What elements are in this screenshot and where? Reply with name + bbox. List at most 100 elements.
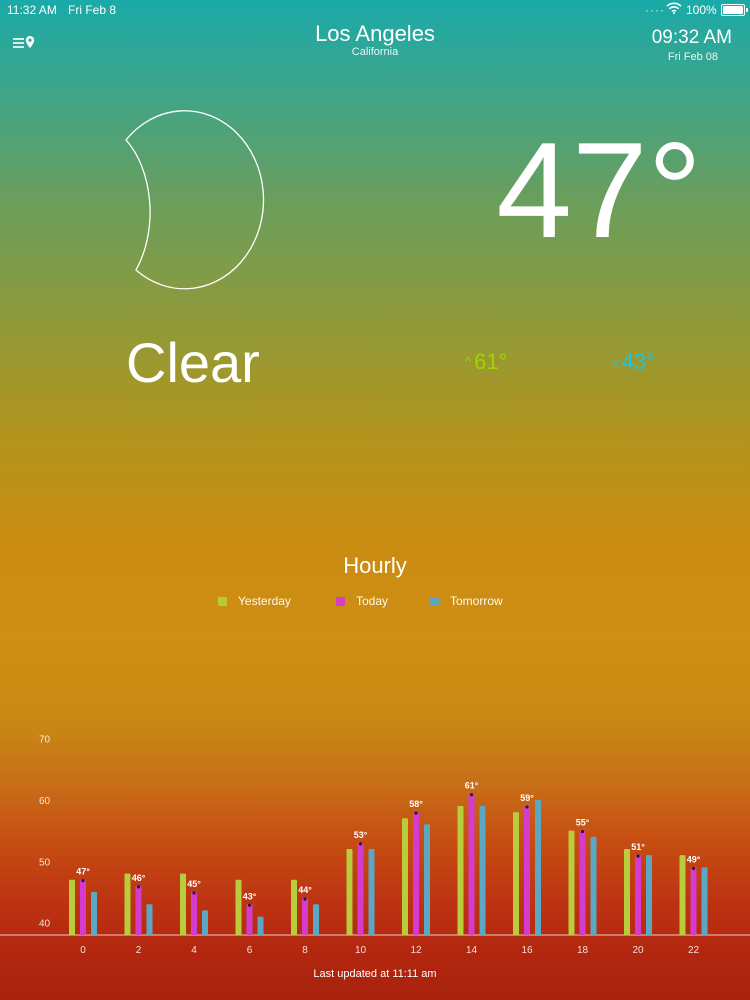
legend-tomorrow: Tomorrow [430, 594, 503, 608]
last-updated: Last updated at 11:11 am [313, 968, 437, 980]
legend-today: Today [336, 594, 388, 608]
low-temperature: v 43° [612, 349, 655, 375]
bar-yesterday-14 [457, 806, 464, 935]
hourly-title: Hourly [343, 553, 407, 578]
bar-today-22 [690, 867, 697, 935]
data-label-6: 43° [243, 891, 257, 901]
bar-tomorrow-20 [646, 855, 652, 935]
legend-swatch-yesterday [218, 597, 227, 606]
bar-tomorrow-0 [91, 892, 97, 935]
high-temperature-value: 61° [474, 349, 508, 374]
bar-yesterday-0 [69, 879, 75, 935]
today-point-0 [81, 879, 85, 883]
bar-tomorrow-8 [313, 904, 319, 935]
bar-today-12 [413, 812, 419, 935]
high-temperature: ^ 61° [465, 349, 507, 375]
today-point-20 [636, 854, 640, 858]
x-tick-label: 18 [577, 945, 589, 956]
bar-yesterday-20 [624, 849, 630, 935]
bar-today-10 [357, 842, 364, 935]
bar-tomorrow-14 [479, 806, 486, 935]
y-tick-label: 50 [39, 857, 51, 868]
today-point-2 [136, 885, 141, 889]
x-tick-label: 0 [80, 945, 86, 956]
status-bar: 11:32 AM Fri Feb 8 ···· 100% [0, 0, 750, 20]
legend-label-yesterday: Yesterday [238, 594, 291, 608]
today-point-12 [414, 811, 418, 815]
data-label-12: 58° [409, 799, 423, 809]
y-tick-label: 70 [39, 734, 51, 745]
current-temperature: 47° [496, 114, 702, 266]
local-time: 09:32 AM [651, 27, 732, 48]
legend-label-tomorrow: Tomorrow [450, 594, 503, 608]
bar-yesterday-18 [568, 830, 575, 935]
bar-today-2 [135, 885, 142, 935]
data-label-16: 59° [520, 793, 534, 803]
bar-tomorrow-22 [701, 867, 708, 935]
chevron-down-icon: v [612, 354, 619, 369]
x-tick-label: 4 [191, 945, 197, 956]
bar-yesterday-8 [291, 879, 297, 935]
data-label-22: 49° [687, 854, 701, 864]
bar-tomorrow-18 [590, 836, 597, 935]
bar-today-14 [468, 793, 475, 935]
data-label-0: 47° [76, 867, 90, 877]
data-label-10: 53° [354, 830, 368, 840]
city-name: Los Angeles [315, 21, 435, 46]
legend-swatch-today [336, 597, 345, 606]
bar-yesterday-2 [124, 873, 131, 935]
today-point-10 [358, 842, 363, 846]
x-tick-label: 14 [466, 945, 478, 956]
x-tick-label: 8 [302, 945, 308, 956]
bar-tomorrow-6 [257, 916, 264, 935]
today-point-22 [691, 866, 696, 871]
bar-yesterday-4 [180, 873, 186, 935]
today-point-14 [469, 793, 474, 797]
state-name: California [351, 46, 399, 58]
x-tick-label: 12 [410, 945, 422, 956]
bar-yesterday-6 [235, 879, 242, 935]
bar-today-4 [191, 892, 197, 935]
chevron-up-icon: ^ [465, 354, 472, 369]
data-label-20: 51° [631, 842, 645, 852]
data-label-4: 45° [187, 879, 201, 889]
bar-today-0 [80, 879, 86, 935]
x-tick-label: 20 [632, 945, 644, 956]
x-tick-label: 10 [355, 945, 367, 956]
bar-yesterday-10 [346, 849, 353, 935]
today-point-18 [580, 829, 585, 834]
data-label-8: 44° [298, 885, 312, 895]
chart-legend: Yesterday Today Tomorrow [0, 594, 750, 610]
x-tick-label: 2 [136, 945, 142, 956]
x-tick-label: 22 [688, 945, 700, 956]
today-point-4 [192, 891, 196, 895]
bar-tomorrow-16 [535, 799, 541, 935]
x-tick-label: 16 [521, 945, 533, 956]
status-dots: ···· [645, 3, 665, 17]
y-tick-label: 60 [39, 796, 51, 807]
local-date: Fri Feb 08 [667, 51, 718, 63]
data-label-2: 46° [132, 873, 146, 883]
battery-icon [721, 4, 748, 16]
bar-today-20 [635, 855, 641, 935]
bar-today-8 [302, 898, 308, 935]
today-point-16 [525, 805, 529, 809]
bar-yesterday-16 [513, 812, 519, 935]
weather-condition: Clear [126, 331, 260, 394]
data-label-18: 55° [576, 818, 590, 828]
today-point-6 [247, 903, 252, 907]
legend-label-today: Today [356, 594, 389, 608]
legend-yesterday: Yesterday [218, 594, 291, 608]
bar-yesterday-22 [679, 855, 686, 935]
bar-tomorrow-12 [424, 824, 430, 935]
low-temperature-value: 43° [621, 349, 655, 374]
wifi-icon [666, 2, 682, 17]
bar-tomorrow-4 [202, 910, 208, 935]
today-point-8 [303, 897, 307, 901]
bar-today-6 [246, 904, 253, 935]
bar-today-16 [524, 806, 530, 935]
crescent-moon-icon [125, 110, 265, 290]
bar-today-18 [579, 830, 586, 935]
status-date: Fri Feb 8 [68, 3, 117, 17]
bar-tomorrow-10 [368, 849, 375, 935]
